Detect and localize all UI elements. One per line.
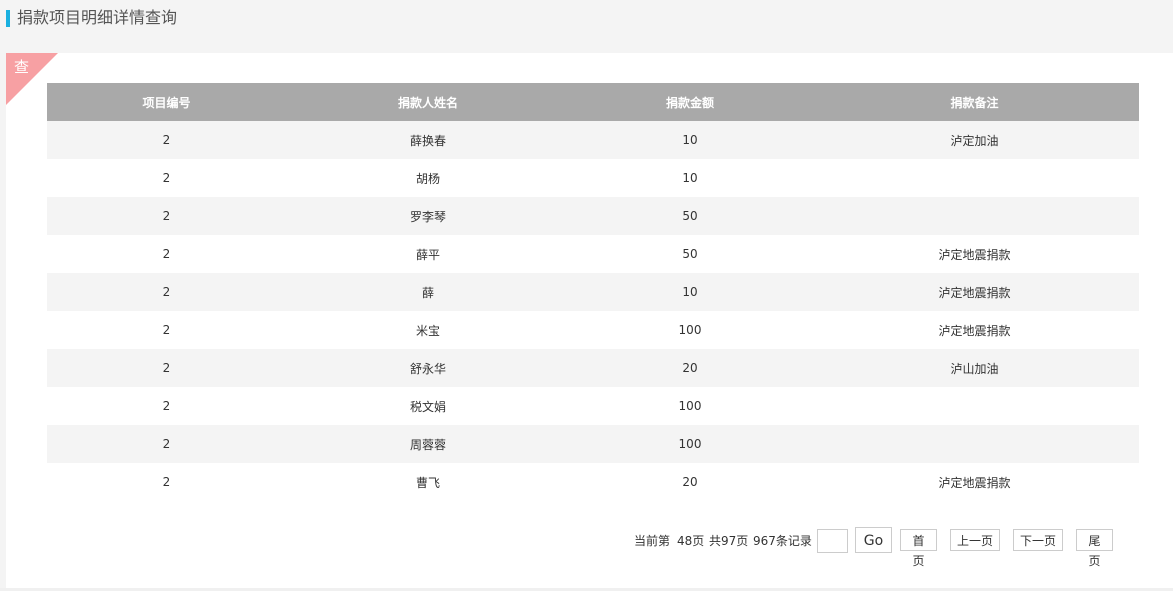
cell-donor-name: 薛平 [286, 235, 570, 273]
cell-project-id: 2 [47, 121, 286, 159]
cell-project-id: 2 [47, 235, 286, 273]
table-row: 2 薛平 50 泸定地震捐款 [47, 235, 1139, 273]
pager-total-pages: 共97页 [709, 534, 749, 548]
pager-total-records: 967条记录 [753, 534, 812, 548]
cell-remark [810, 159, 1139, 197]
table-row: 2 曹飞 20 泸定地震捐款 [47, 463, 1139, 501]
cell-donor-name: 胡杨 [286, 159, 570, 197]
cell-amount: 20 [570, 463, 810, 501]
donation-table: 项目编号 捐款人姓名 捐款金额 捐款备注 2 薛换春 10 泸定加油 2 胡杨 … [47, 83, 1139, 501]
cell-remark: 泸山加油 [810, 349, 1139, 387]
cell-donor-name: 周蓉蓉 [286, 425, 570, 463]
table-row: 2 税文娟 100 [47, 387, 1139, 425]
cell-donor-name: 曹飞 [286, 463, 570, 501]
cell-donor-name: 舒永华 [286, 349, 570, 387]
cell-amount: 100 [570, 311, 810, 349]
next-page-button[interactable]: 下一页 [1013, 529, 1063, 551]
content-panel: 查 项目编号 捐款人姓名 捐款金额 捐款备注 2 薛换春 10 泸定加油 2 胡… [6, 53, 1173, 588]
page-title: 捐款项目明细详情查询 [17, 8, 178, 27]
cell-project-id: 2 [47, 387, 286, 425]
cell-remark: 泸定地震捐款 [810, 273, 1139, 311]
corner-badge-label: 查 [14, 58, 30, 76]
cell-donor-name: 税文娟 [286, 387, 570, 425]
cell-project-id: 2 [47, 159, 286, 197]
cell-donor-name: 罗李琴 [286, 197, 570, 235]
cell-donor-name: 米宝 [286, 311, 570, 349]
cell-amount: 100 [570, 387, 810, 425]
table-row: 2 胡杨 10 [47, 159, 1139, 197]
cell-remark [810, 425, 1139, 463]
table-row: 2 周蓉蓉 100 [47, 425, 1139, 463]
table-row: 2 薛换春 10 泸定加油 [47, 121, 1139, 159]
cell-amount: 100 [570, 425, 810, 463]
pager-current-page: 48页 [677, 534, 705, 548]
cell-amount: 10 [570, 273, 810, 311]
cell-donor-name: 薛 [286, 273, 570, 311]
cell-remark: 泸定加油 [810, 121, 1139, 159]
go-button[interactable]: Go [855, 527, 892, 553]
cell-project-id: 2 [47, 463, 286, 501]
header-remark: 捐款备注 [810, 83, 1139, 121]
header-amount: 捐款金额 [570, 83, 810, 121]
header-project-id: 项目编号 [47, 83, 286, 121]
first-page-button[interactable]: 首页 [900, 529, 937, 568]
table-row: 2 米宝 100 泸定地震捐款 [47, 311, 1139, 349]
cell-remark [810, 197, 1139, 235]
table-header-row: 项目编号 捐款人姓名 捐款金额 捐款备注 [47, 83, 1139, 121]
header-donor-name: 捐款人姓名 [286, 83, 570, 121]
table-row: 2 舒永华 20 泸山加油 [47, 349, 1139, 387]
pagination: 当前第 48页 共97页 967条记录 Go 首页 上一页 下一页 尾页 [6, 527, 1173, 568]
prev-page-button[interactable]: 上一页 [950, 529, 1000, 551]
cell-amount: 20 [570, 349, 810, 387]
cell-amount: 10 [570, 121, 810, 159]
page-header: 捐款项目明细详情查询 [0, 0, 1173, 53]
pager-current-prefix: 当前第 [634, 534, 671, 548]
cell-remark: 泸定地震捐款 [810, 463, 1139, 501]
cell-project-id: 2 [47, 197, 286, 235]
cell-project-id: 2 [47, 273, 286, 311]
table-row: 2 罗李琴 50 [47, 197, 1139, 235]
cell-remark: 泸定地震捐款 [810, 311, 1139, 349]
cell-remark [810, 387, 1139, 425]
cell-amount: 50 [570, 235, 810, 273]
cell-project-id: 2 [47, 349, 286, 387]
cell-remark: 泸定地震捐款 [810, 235, 1139, 273]
cell-project-id: 2 [47, 311, 286, 349]
last-page-button[interactable]: 尾页 [1076, 529, 1113, 568]
page-number-input[interactable] [817, 529, 848, 553]
table-row: 2 薛 10 泸定地震捐款 [47, 273, 1139, 311]
cell-donor-name: 薛换春 [286, 121, 570, 159]
cell-amount: 10 [570, 159, 810, 197]
cell-amount: 50 [570, 197, 810, 235]
cell-project-id: 2 [47, 425, 286, 463]
title-accent-bar [6, 10, 10, 27]
